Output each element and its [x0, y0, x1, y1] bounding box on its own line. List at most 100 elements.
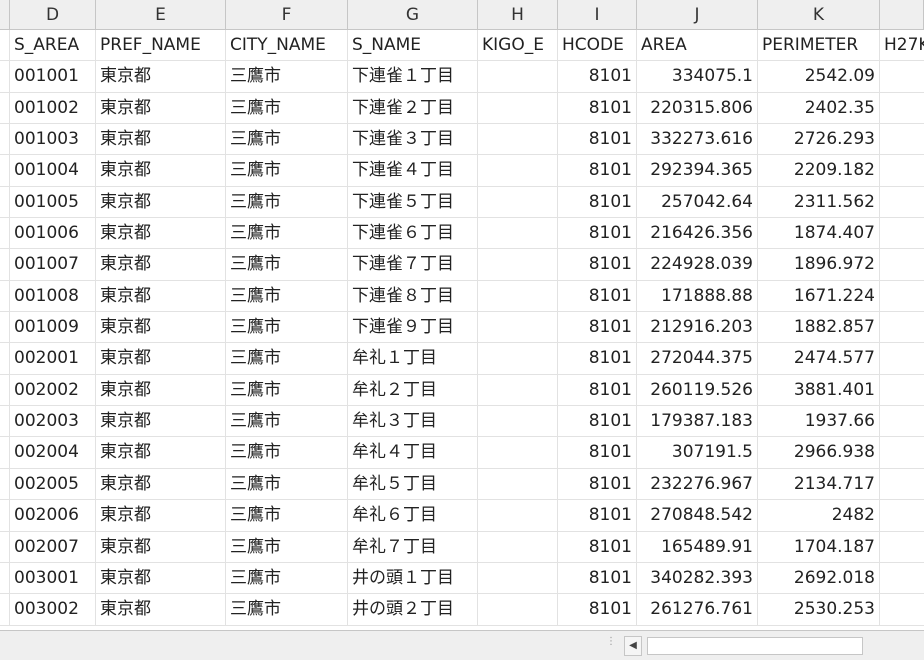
column-header-g[interactable]: G [348, 0, 478, 29]
table-cell[interactable] [0, 562, 10, 594]
horizontal-scrollbar[interactable]: ⋮ ◀ [0, 630, 924, 660]
table-cell[interactable] [880, 594, 924, 624]
table-cell[interactable]: 2530.253 [758, 594, 880, 625]
table-cell[interactable]: 東京都 [96, 124, 226, 155]
header-cell-h27k[interactable]: H27K [880, 30, 924, 60]
table-cell[interactable]: 下連雀７丁目 [348, 249, 478, 280]
table-cell[interactable]: 三鷹市 [226, 406, 348, 437]
table-cell[interactable] [0, 186, 10, 218]
column-header-h[interactable]: H [478, 0, 558, 29]
table-cell[interactable]: 下連雀２丁目 [348, 92, 478, 124]
table-cell[interactable]: 下連雀９丁目 [348, 312, 478, 343]
table-cell[interactable] [880, 312, 924, 342]
table-cell[interactable]: 212916.203 [637, 312, 758, 343]
table-cell[interactable] [880, 187, 924, 217]
table-cell[interactable]: 2402.35 [758, 92, 880, 124]
table-cell[interactable] [0, 594, 10, 625]
column-header-d[interactable]: D [10, 0, 96, 29]
table-cell[interactable]: 002002 [10, 374, 96, 406]
table-cell[interactable]: 牟礼６丁目 [348, 500, 478, 531]
table-cell[interactable]: 三鷹市 [226, 594, 348, 625]
table-cell[interactable]: 下連雀５丁目 [348, 186, 478, 218]
table-cell[interactable]: 8101 [558, 280, 637, 312]
table-cell[interactable]: 8101 [558, 437, 637, 468]
table-cell[interactable]: 東京都 [96, 437, 226, 468]
table-cell[interactable]: 340282.393 [637, 562, 758, 594]
table-cell[interactable]: 東京都 [96, 155, 226, 186]
table-cell[interactable] [880, 532, 924, 562]
table-cell[interactable]: 8101 [558, 594, 637, 625]
table-cell[interactable]: 2209.182 [758, 155, 880, 186]
table-cell[interactable]: 232276.967 [637, 468, 758, 500]
table-cell[interactable] [0, 155, 10, 186]
table-cell[interactable] [880, 500, 924, 530]
table-cell[interactable]: 下連雀３丁目 [348, 124, 478, 155]
table-cell[interactable]: 1874.407 [758, 218, 880, 249]
table-cell[interactable]: 224928.039 [637, 249, 758, 280]
table-cell[interactable] [478, 594, 558, 625]
table-cell[interactable]: 165489.91 [637, 531, 758, 562]
table-cell[interactable]: 東京都 [96, 280, 226, 312]
grip-icon[interactable]: ⋮ [606, 637, 616, 653]
table-cell[interactable]: 8101 [558, 249, 637, 280]
table-cell[interactable] [0, 280, 10, 312]
table-cell[interactable] [0, 500, 10, 531]
table-cell[interactable]: 8101 [558, 124, 637, 155]
table-cell[interactable]: 牟礼４丁目 [348, 437, 478, 468]
table-cell[interactable] [0, 249, 10, 280]
table-cell[interactable]: 2134.717 [758, 468, 880, 500]
table-cell[interactable]: 1882.857 [758, 312, 880, 343]
table-cell[interactable]: 2311.562 [758, 186, 880, 218]
table-cell[interactable]: 257042.64 [637, 186, 758, 218]
table-cell[interactable]: 261276.761 [637, 594, 758, 625]
table-cell[interactable]: 2726.293 [758, 124, 880, 155]
table-cell[interactable]: 8101 [558, 468, 637, 500]
table-cell[interactable]: 東京都 [96, 374, 226, 406]
table-cell[interactable]: 001003 [10, 124, 96, 155]
table-cell[interactable] [478, 124, 558, 155]
table-cell[interactable]: 1896.972 [758, 249, 880, 280]
table-cell[interactable]: 井の頭１丁目 [348, 562, 478, 594]
table-cell[interactable] [478, 218, 558, 249]
table-cell[interactable]: 270848.542 [637, 500, 758, 531]
table-cell[interactable]: 東京都 [96, 562, 226, 594]
table-cell[interactable]: 2474.577 [758, 343, 880, 374]
table-cell[interactable] [880, 61, 924, 91]
column-header[interactable] [880, 0, 924, 29]
table-cell[interactable] [0, 92, 10, 124]
table-cell[interactable]: 下連雀６丁目 [348, 218, 478, 249]
table-cell[interactable]: 001006 [10, 218, 96, 249]
table-cell[interactable] [478, 468, 558, 500]
table-cell[interactable]: 3881.401 [758, 374, 880, 406]
table-cell[interactable] [0, 374, 10, 406]
table-cell[interactable]: 002003 [10, 406, 96, 437]
table-cell[interactable]: 東京都 [96, 312, 226, 343]
table-cell[interactable] [880, 93, 924, 123]
table-cell[interactable] [478, 374, 558, 406]
table-cell[interactable] [880, 343, 924, 373]
header-cell-area[interactable]: AREA [637, 30, 758, 61]
table-cell[interactable] [478, 61, 558, 92]
table-cell[interactable]: 牟礼５丁目 [348, 468, 478, 500]
table-cell[interactable]: 8101 [558, 500, 637, 531]
table-cell[interactable]: 002004 [10, 437, 96, 468]
table-cell[interactable]: 東京都 [96, 500, 226, 531]
table-cell[interactable]: 三鷹市 [226, 312, 348, 343]
table-cell[interactable] [880, 218, 924, 248]
table-cell[interactable] [478, 92, 558, 124]
table-cell[interactable]: 牟礼３丁目 [348, 406, 478, 437]
table-cell[interactable]: 003001 [10, 562, 96, 594]
table-cell[interactable] [880, 281, 924, 311]
header-cell-hcode[interactable]: HCODE [558, 30, 637, 61]
header-cell-s-name[interactable]: S_NAME [348, 30, 478, 61]
table-cell[interactable]: 牟礼２丁目 [348, 374, 478, 406]
table-cell[interactable]: 東京都 [96, 406, 226, 437]
table-cell[interactable]: 三鷹市 [226, 280, 348, 312]
table-cell[interactable]: 8101 [558, 562, 637, 594]
table-cell[interactable]: 三鷹市 [226, 92, 348, 124]
column-header-i[interactable]: I [558, 0, 637, 29]
column-header-e[interactable]: E [96, 0, 226, 29]
table-cell[interactable]: 三鷹市 [226, 500, 348, 531]
table-cell[interactable] [880, 249, 924, 279]
table-cell[interactable]: 8101 [558, 343, 637, 374]
